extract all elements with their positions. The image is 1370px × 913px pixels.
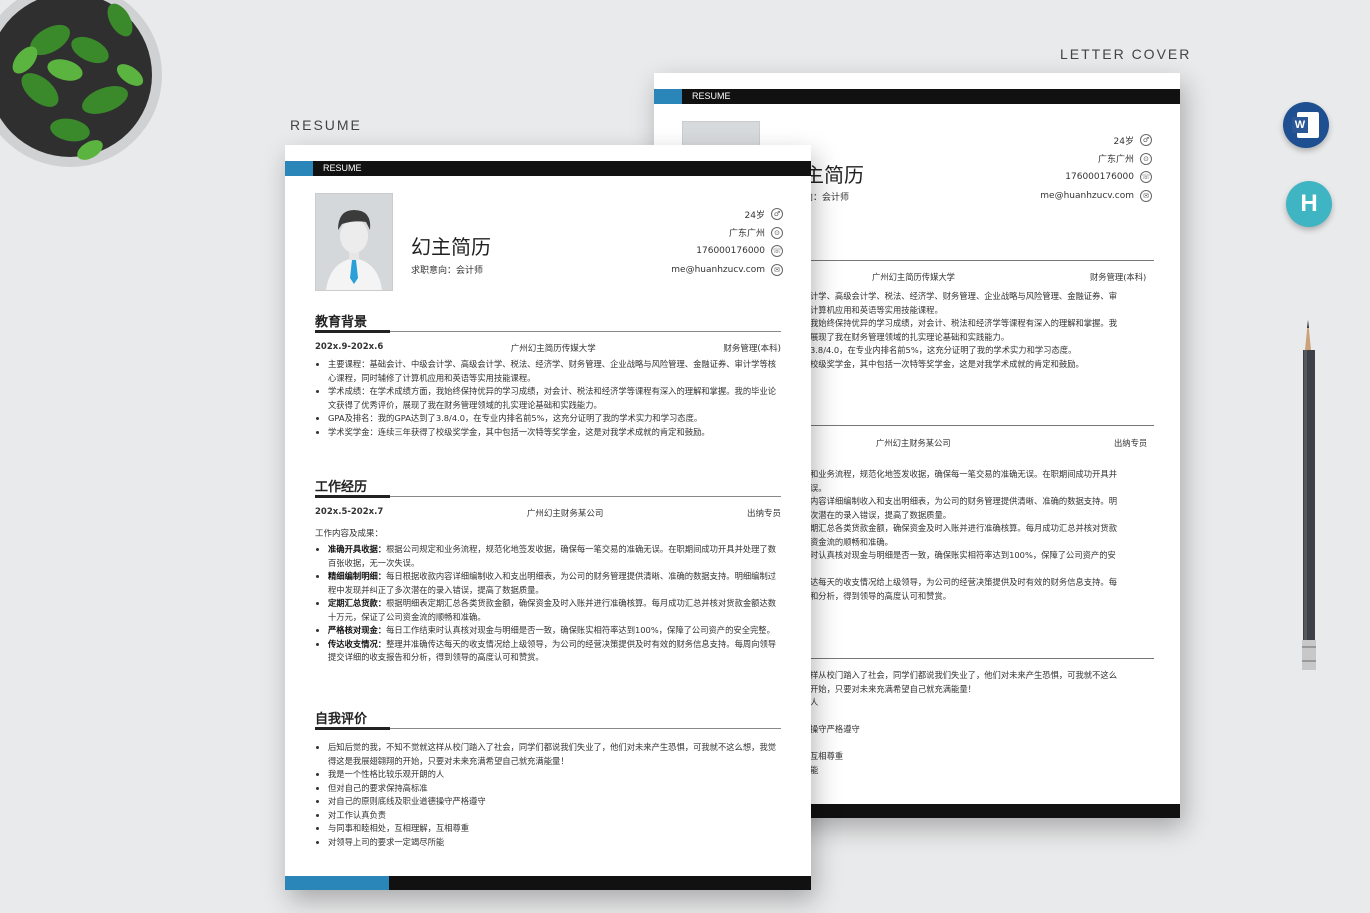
- list-item: 定期汇总货款：根据明细表定期汇总各类货款金额，确保资金及时入账并进行准确核算。每…: [328, 597, 781, 624]
- header-bar: RESUME: [285, 161, 811, 176]
- back-work-role: 出纳专员: [1114, 438, 1148, 448]
- back-name: 主简历: [804, 163, 864, 187]
- edu-date: 202x.9-202x.6: [315, 342, 384, 352]
- back-header-bar: RESUME: [654, 89, 1180, 104]
- self-eval-list: 后知后觉的我，不知不觉就这样从校门踏入了社会，同学们都说我们失业了，他们对未来产…: [315, 741, 781, 849]
- back-edu-divider: [809, 260, 1154, 261]
- word-doc-icon[interactable]: W: [1283, 102, 1329, 148]
- work-company: 广州幻主财务某公司: [526, 509, 604, 519]
- back-self-divider: [809, 658, 1154, 659]
- profile-photo: [315, 193, 393, 291]
- list-item: 学术奖学金：连续三年获得了校级奖学金，其中包括一次特等奖学金，这是对我学术成就的…: [328, 426, 781, 440]
- back-work-divider: [809, 425, 1154, 426]
- resume-name: 幻主简历: [411, 235, 491, 259]
- letter-cover-caption: LETTER COVER: [1060, 46, 1192, 62]
- work-subtitle: 工作内容及成果：: [315, 529, 384, 539]
- work-section: 工作经历 202x.5-202x.7 广州幻主财务某公司 出纳专员 工作内容及成…: [315, 476, 781, 665]
- list-item: GPA及排名：我的GPA达到了3.8/4.0，在专业内排名前5%，这充分证明了我…: [328, 412, 781, 426]
- education-section: 教育背景 202x.9-202x.6 广州幻主简历传媒大学 财务管理(本科) 主…: [315, 311, 781, 439]
- mail-icon: ✉: [1140, 189, 1152, 202]
- list-item: 对工作认真负责: [328, 809, 781, 823]
- back-self-text: 样从校门踏入了社会，同学们都说我们失业了，他们对未来产生恐惧，可我就不这么 开始，…: [810, 670, 1117, 775]
- back-contact-list: 24岁 ♂ 广东广州 ⊙ 176000176000 ☏ me@huanhzucv.co…: [1040, 134, 1152, 202]
- back-edu-school: 广州幻主简历传媒大学: [872, 272, 955, 282]
- list-item: 准确开具收据：根据公司规定和业务流程，规范化地签发收据，确保每一笔交易的准确无误…: [328, 543, 781, 570]
- email-text: me@huanhzucv.com: [671, 264, 765, 275]
- phone-icon: ☏: [771, 245, 783, 258]
- back-work-text: 和业务流程，规范化地签发收据，确保每一笔交易的准确无误。在职期间成功开具并 误。 …: [810, 469, 1117, 601]
- h-app-icon[interactable]: H: [1286, 181, 1332, 227]
- back-work-company: 广州幻主财务某公司: [876, 438, 951, 448]
- edu-list: 主要课程：基础会计、中级会计学、高级会计学、税法、经济学、财务管理、企业战略与风…: [315, 358, 781, 439]
- back-header-label: RESUME: [692, 91, 731, 101]
- list-item: 但对自己的要求保持高标准: [328, 782, 781, 796]
- age-text: 24岁: [744, 210, 765, 221]
- header-label: RESUME: [323, 163, 362, 173]
- back-edu-text: 计学、高级会计学、税法、经济学、财务管理、企业战略与风险管理、金融证券、审 计算机…: [810, 291, 1117, 369]
- phone-text: 176000176000: [696, 246, 765, 257]
- edu-major: 财务管理(本科): [723, 344, 781, 354]
- self-eval-title: 自我评价: [315, 708, 781, 730]
- list-item: 学术成绩：在学术成绩方面，我始终保持优异的学习成绩，对会计、税法和经济学等课程有…: [328, 385, 781, 412]
- back-edu-major: 财务管理(本科): [1090, 272, 1147, 282]
- list-item: 精细编制明细：每日根据收款内容详细编制收入和支出明细表，为公司的财务管理提供清晰…: [328, 570, 781, 597]
- pencil-decoration: [1302, 320, 1316, 670]
- location-icon: ⊙: [771, 226, 783, 239]
- list-item: 后知后觉的我，不知不觉就这样从校门踏入了社会，同学们都说我们失业了，他们对未来产…: [328, 741, 781, 768]
- list-item: 我是一个性格比较乐观开朗的人: [328, 768, 781, 782]
- avatar-icon: [316, 194, 392, 290]
- mail-icon: ✉: [771, 263, 783, 276]
- location-text: 广东广州: [728, 229, 765, 240]
- age-icon: ♂: [1140, 134, 1152, 147]
- self-eval-section: 自我评价 后知后觉的我，不知不觉就这样从校门踏入了社会，同学们都说我们失业了，他…: [315, 708, 781, 849]
- location-icon: ⊙: [1140, 152, 1152, 165]
- contact-list: 24岁 ♂ 广东广州 ⊙ 176000176000 ☏ me@huanhzucv.co…: [563, 205, 783, 279]
- education-title: 教育背景: [315, 311, 781, 333]
- list-item: 与同事和睦相处，互相理解，互相尊重: [328, 822, 781, 836]
- list-item: 严格核对现金：每日工作结束时认真核对现金与明细是否一致，确保账实相符率达到100…: [328, 624, 781, 638]
- edu-school: 广州幻主简历传媒大学: [510, 344, 596, 354]
- phone-icon: ☏: [1140, 171, 1152, 184]
- job-intent: 求职意向：会计师: [411, 266, 484, 276]
- list-item: 主要课程：基础会计、中级会计学、高级会计学、税法、经济学、财务管理、企业战略与风…: [328, 358, 781, 385]
- work-role: 出纳专员: [746, 509, 781, 519]
- list-item: 传达收支情况：整理并准确传达每天的收支情况给上级领导，为公司的经营决策提供及时有…: [328, 638, 781, 665]
- plant-decoration: [0, 0, 162, 167]
- work-date: 202x.5-202x.7: [315, 507, 384, 517]
- age-icon: ♂: [771, 208, 783, 221]
- work-list: 准确开具收据：根据公司规定和业务流程，规范化地签发收据，确保每一笔交易的准确无误…: [315, 543, 781, 665]
- list-item: 对领导上司的要求一定竭尽所能: [328, 836, 781, 850]
- resume-caption: RESUME: [290, 117, 362, 133]
- list-item: 对自己的原则底线及职业道德操守严格遵守: [328, 795, 781, 809]
- front-resume-sheet: RESUME 幻主简历 求职意向：会计师 24岁 ♂ 广东广州 ⊙ 17600017…: [285, 145, 811, 890]
- footer-bar: [285, 876, 811, 890]
- work-title: 工作经历: [315, 476, 781, 498]
